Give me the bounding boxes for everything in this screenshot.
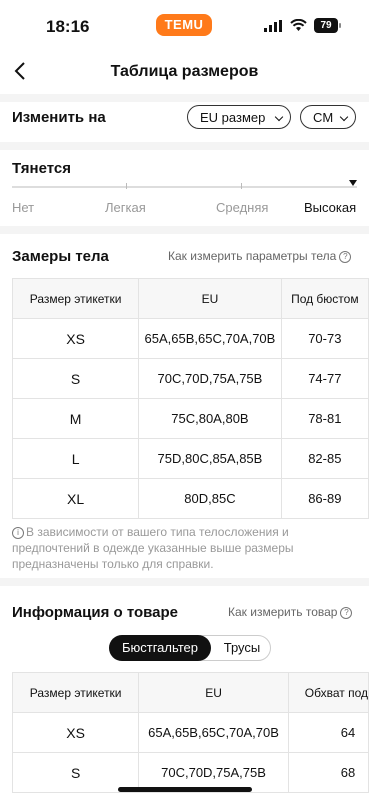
how-to-measure-body-link[interactable]: Как измерить параметры тела? [168,249,352,263]
question-icon: ? [339,251,352,263]
size-cell: M [11,398,140,439]
stretch-title: Тянется [12,160,71,177]
nav-bar: Таблица размеров [0,50,369,94]
size-cell: L [11,438,140,479]
eu-cell: 75D,80C,85A,85B [138,438,282,479]
disclaimer-note: iВ зависимости от вашего типа телосложен… [12,525,294,571]
stretch-level-none: Нет [12,200,35,215]
table-row: S 70C,70D,75A,75B 74-77 [11,358,369,399]
tab-briefs[interactable]: Трусы [214,635,270,661]
status-bar: 18:16 TEMU 79 [0,0,369,50]
page-title: Таблица размеров [110,63,259,80]
size-cell: XS [11,712,140,753]
size-cell: S [11,358,140,399]
unit-select[interactable]: CM [300,105,356,129]
measure-cell: 68 [287,752,369,793]
column-header: Размер этикетки [11,672,140,713]
eu-cell: 80D,85C [138,478,282,519]
column-header: EU [138,278,282,319]
size-cell: XL [11,478,140,519]
wifi-icon [290,19,307,31]
body-measurements-table: Размер этикетки EU Под бюстом XS 65A,65B… [11,278,369,519]
stretch-indicator-icon [349,180,357,186]
stretch-level-medium: Средняя [216,200,269,215]
body-measurements-title: Замеры тела [12,248,109,265]
change-units-label: Изменить на [12,109,106,126]
underbust-cell: 82-85 [280,438,369,479]
table-row: XL 80D,85C 86-89 [11,478,369,519]
table-row: XS 65A,65B,65C,70A,70B 64 [11,712,369,753]
table-header-row: Размер этикетки EU Под бюстом [11,278,369,319]
column-header: Под бюстом [280,278,369,319]
eu-cell: 65A,65B,65C,70A,70B [138,712,289,753]
column-header: EU [138,672,289,713]
column-header: Размер этикетки [11,278,140,319]
temu-badge[interactable]: TEMU [156,14,212,36]
product-tabs: Бюстгальтер Трусы [109,635,271,661]
status-time: 18:16 [46,17,90,36]
section-divider [0,578,369,586]
underbust-cell: 74-77 [280,358,369,399]
table-row: L 75D,80C,85A,85B 82-85 [11,438,369,479]
eu-cell: 75C,80A,80B [138,398,282,439]
battery-icon: 79 [314,18,341,33]
cellular-signal-icon [264,20,282,32]
underbust-cell: 78-81 [280,398,369,439]
stretch-level-high: Высокая [304,200,357,215]
underbust-cell: 86-89 [280,478,369,519]
home-indicator[interactable] [118,787,252,792]
question-icon: ? [340,607,353,619]
size-cell: XS [11,318,140,359]
stretch-scale [12,180,357,189]
chevron-down-icon [274,112,284,122]
column-header: Обхват под [287,672,369,713]
info-icon: i [12,527,24,539]
section-divider [0,142,369,150]
how-to-measure-product-link[interactable]: Как измерить товар? [228,605,353,619]
table-row: M 75C,80A,80B 78-81 [11,398,369,439]
tab-bra[interactable]: Бюстгальтер [109,635,211,661]
underbust-cell: 70-73 [280,318,369,359]
section-divider [0,226,369,234]
region-size-select[interactable]: EU размер [187,105,291,129]
product-info-title: Информация о товаре [12,604,179,621]
table-row: XS 65A,65B,65C,70A,70B 70-73 [11,318,369,359]
table-header-row: Размер этикетки EU Обхват под [11,672,369,713]
change-units-row: Изменить на EU размер CM [0,100,369,134]
chevron-down-icon [339,112,349,122]
eu-cell: 65A,65B,65C,70A,70B [138,318,282,359]
eu-cell: 70C,70D,75A,75B [138,358,282,399]
product-size-table: Размер этикетки EU Обхват под XS 65A,65B… [11,672,369,793]
stretch-level-light: Легкая [105,200,146,215]
measure-cell: 64 [287,712,369,753]
